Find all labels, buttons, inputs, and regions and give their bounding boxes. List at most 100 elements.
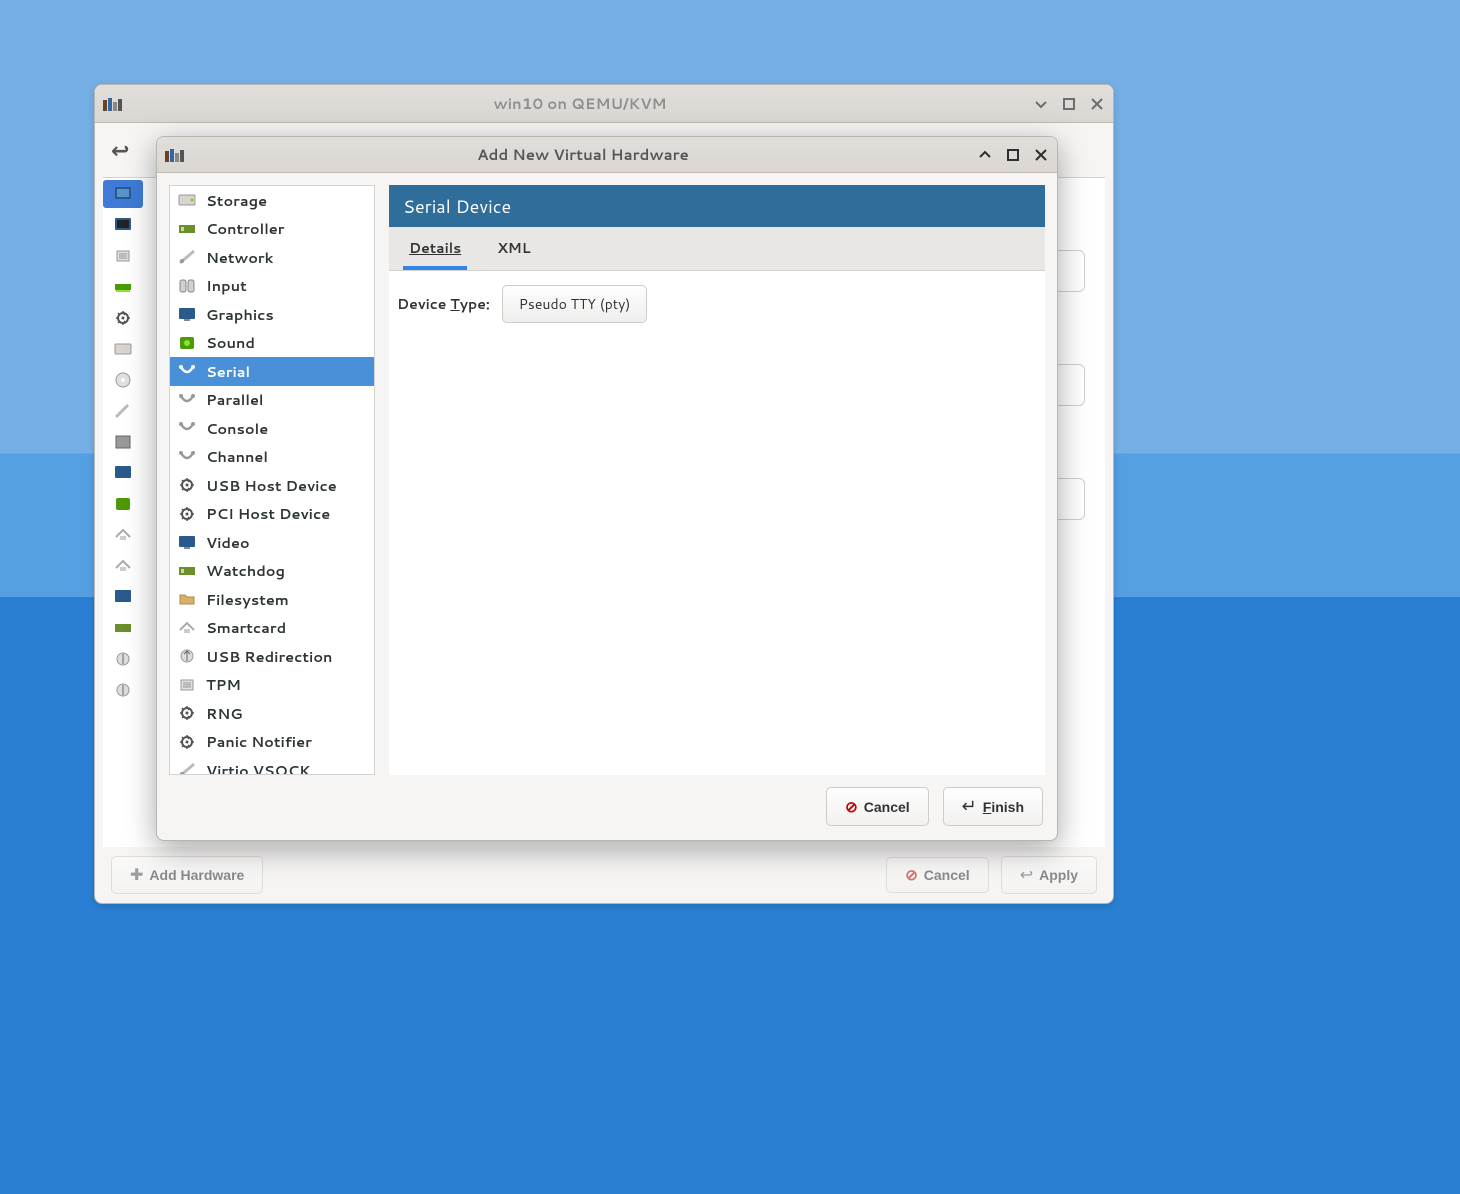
folder-icon: [178, 591, 196, 607]
dialog-body: Storage Controller Network Input Graphics Sou…: [157, 173, 1057, 787]
add-hardware-button[interactable]: ✚ Add Hardware: [111, 856, 263, 894]
sidebar-item-12[interactable]: [103, 552, 143, 580]
hw-item-serial[interactable]: Serial: [170, 357, 374, 386]
hw-item-label: USB Host Device: [206, 475, 337, 496]
gear-icon: [178, 734, 196, 750]
parent-sidebar: [103, 178, 147, 847]
sidebar-item-9[interactable]: [103, 459, 143, 487]
dialog-footer: ⊘ Cancel ↵ Finish: [157, 787, 1057, 840]
cancel-icon: ⊘: [905, 866, 918, 884]
tpm-icon: [178, 677, 196, 693]
hw-item-usb-host-device[interactable]: USB Host Device: [170, 471, 374, 500]
cancel-icon: ⊘: [845, 798, 858, 816]
finish-button[interactable]: ↵ Finish: [943, 787, 1043, 826]
smartcard-icon: [178, 620, 196, 636]
sidebar-item-5[interactable]: [103, 335, 143, 363]
hw-item-label: Controller: [206, 218, 284, 239]
gear-icon: [178, 506, 196, 522]
apply-icon: ↩: [1020, 865, 1033, 885]
dialog-titlebar: Add New Virtual Hardware: [157, 137, 1057, 173]
vsock-icon: [178, 762, 196, 775]
hw-item-rng[interactable]: RNG: [170, 699, 374, 728]
dialog-title: Add New Virtual Hardware: [189, 144, 977, 165]
hw-item-pci-host-device[interactable]: PCI Host Device: [170, 500, 374, 529]
sidebar-item-10[interactable]: [103, 490, 143, 518]
panel-title: Serial Device: [389, 185, 1045, 227]
disk-icon: [114, 341, 132, 357]
sidebar-item-15[interactable]: [103, 645, 143, 673]
hw-item-label: Sound: [206, 332, 255, 353]
sidebar-item-6[interactable]: [103, 366, 143, 394]
parent-apply-button[interactable]: ↩ Apply: [1001, 856, 1097, 894]
sidebar-item-7[interactable]: [103, 397, 143, 425]
tab-bar: Details XML: [389, 227, 1045, 271]
hw-item-tpm[interactable]: TPM: [170, 671, 374, 700]
dialog-max-icon[interactable]: [1005, 147, 1021, 163]
device-type-label: Device Type:: [397, 294, 490, 314]
tab-details[interactable]: Details: [403, 228, 467, 270]
parallel-icon: [178, 392, 196, 408]
hw-item-label: Video: [206, 532, 250, 553]
memory-icon: [114, 279, 132, 295]
hw-item-parallel[interactable]: Parallel: [170, 386, 374, 415]
hw-item-storage[interactable]: Storage: [170, 186, 374, 215]
parent-cancel-button[interactable]: ⊘ Cancel: [886, 857, 989, 893]
sidebar-item-13[interactable]: [103, 583, 143, 611]
hw-item-channel[interactable]: Channel: [170, 443, 374, 472]
sidebar-item-2[interactable]: [103, 242, 143, 270]
sidebar-item-3[interactable]: [103, 273, 143, 301]
hw-item-input[interactable]: Input: [170, 272, 374, 301]
add-hardware-label: Add Hardware: [149, 867, 244, 883]
hw-item-panic-notifier[interactable]: Panic Notifier: [170, 728, 374, 757]
hw-item-label: Storage: [206, 190, 267, 211]
input-icon: [178, 278, 196, 294]
sidebar-item-16[interactable]: [103, 676, 143, 704]
hw-item-label: Network: [206, 247, 273, 268]
hw-item-label: Watchdog: [206, 560, 285, 581]
parent-minimize-icon[interactable]: [1033, 96, 1049, 112]
app-logo-icon: [103, 97, 127, 111]
hw-item-label: Console: [206, 418, 268, 439]
video-icon: [178, 534, 196, 550]
hw-item-label: Graphics: [206, 304, 274, 325]
parent-close-icon[interactable]: [1089, 96, 1105, 112]
sidebar-item-4[interactable]: [103, 304, 143, 332]
sidebar-item-0[interactable]: [103, 180, 143, 208]
dialog-min-icon[interactable]: [977, 147, 993, 163]
cancel-button[interactable]: ⊘ Cancel: [826, 787, 929, 826]
hw-item-label: TPM: [206, 674, 241, 695]
cancel-label: Cancel: [864, 799, 910, 815]
hardware-type-list[interactable]: Storage Controller Network Input Graphics Sou…: [169, 185, 375, 775]
hw-item-graphics[interactable]: Graphics: [170, 300, 374, 329]
hw-item-network[interactable]: Network: [170, 243, 374, 272]
dialog-close-icon[interactable]: [1033, 147, 1049, 163]
back-icon[interactable]: ↩: [103, 131, 137, 170]
hw-item-sound[interactable]: Sound: [170, 329, 374, 358]
hw-item-smartcard[interactable]: Smartcard: [170, 614, 374, 643]
hw-item-controller[interactable]: Controller: [170, 215, 374, 244]
sidebar-item-14[interactable]: [103, 614, 143, 642]
sidebar-item-11[interactable]: [103, 521, 143, 549]
device-type-combo[interactable]: Pseudo TTY (pty): [502, 285, 648, 323]
graphics-icon: [178, 306, 196, 322]
hw-item-label: Filesystem: [206, 589, 289, 610]
display-icon: [114, 186, 132, 202]
hw-item-filesystem[interactable]: Filesystem: [170, 585, 374, 614]
parent-maximize-icon[interactable]: [1061, 96, 1077, 112]
hw-item-video[interactable]: Video: [170, 528, 374, 557]
storage-icon: [178, 192, 196, 208]
pci-card-icon: [114, 620, 132, 636]
content-panel: Serial Device Details XML Device Type: P…: [389, 185, 1045, 775]
hw-item-label: Virtio VSOCK: [206, 760, 310, 775]
sidebar-item-8[interactable]: [103, 428, 143, 456]
hw-item-usb-redirection[interactable]: USB Redirection: [170, 642, 374, 671]
hw-item-console[interactable]: Console: [170, 414, 374, 443]
serial-icon: [178, 363, 196, 379]
sidebar-item-1[interactable]: [103, 211, 143, 239]
tablet-icon: [114, 434, 132, 450]
finish-label: Finish: [983, 799, 1024, 815]
hw-item-watchdog[interactable]: Watchdog: [170, 557, 374, 586]
gear-icon: [114, 310, 132, 326]
tab-xml[interactable]: XML: [491, 228, 536, 270]
hw-item-virtio-vsock[interactable]: Virtio VSOCK: [170, 756, 374, 775]
